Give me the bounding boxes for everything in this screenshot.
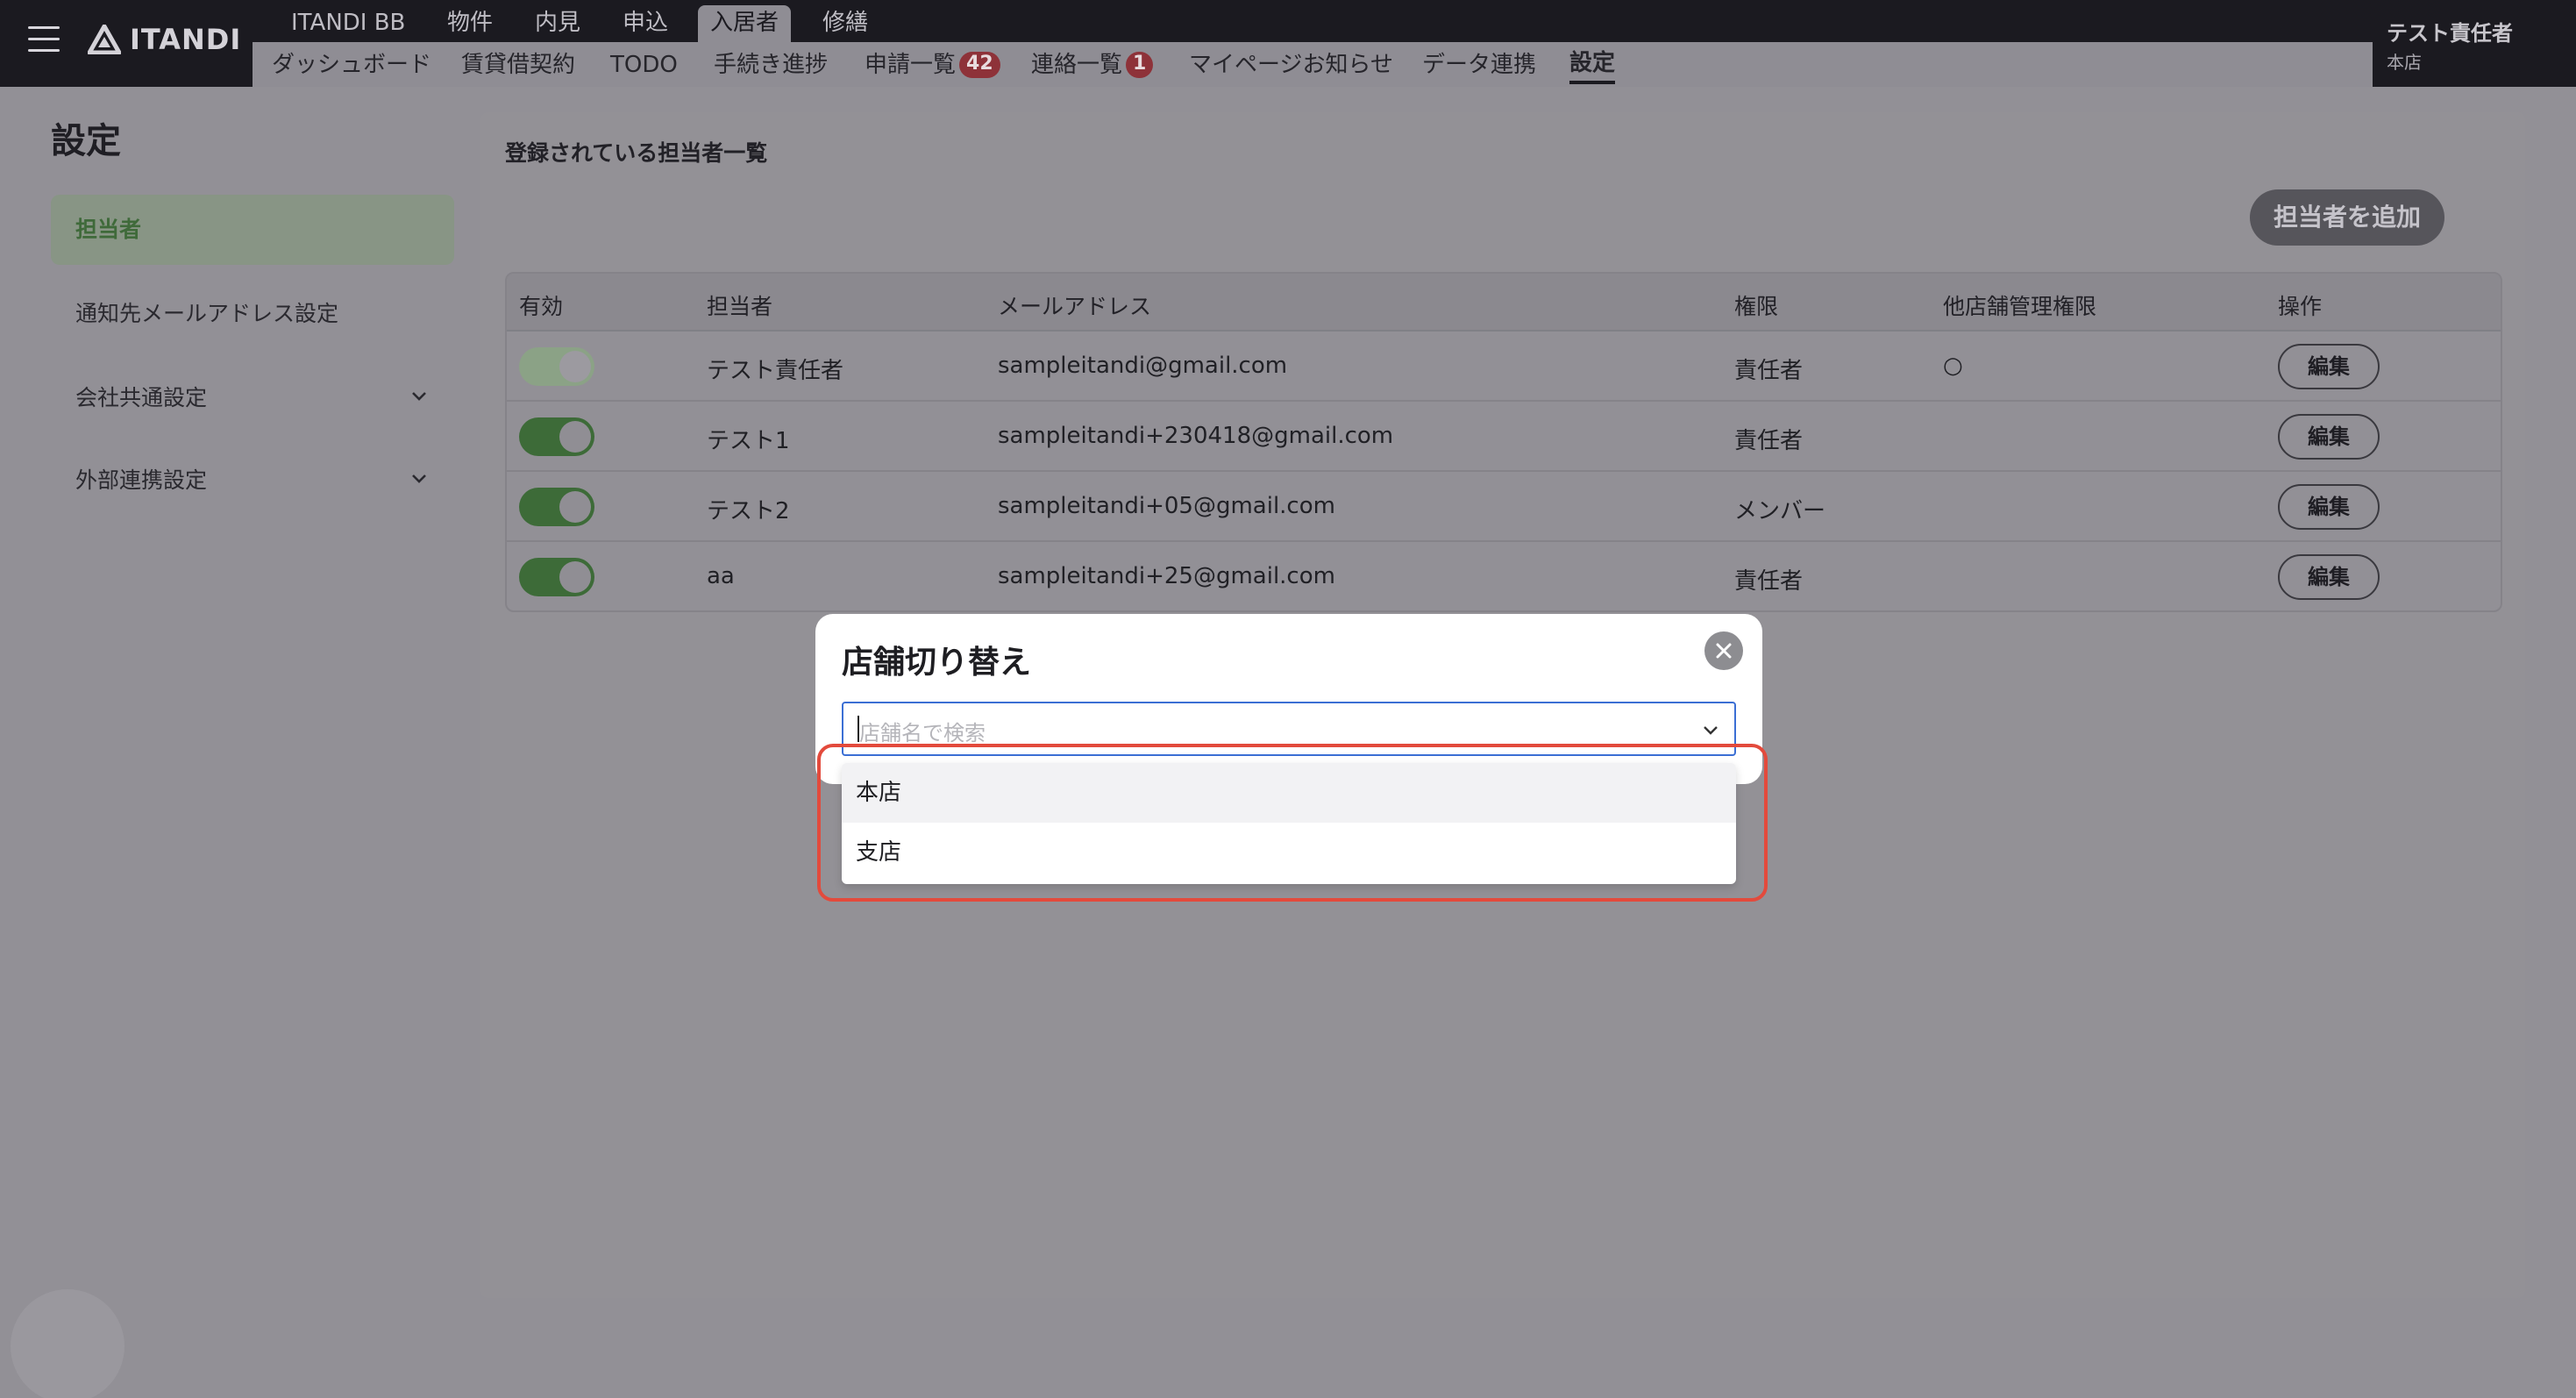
enabled-toggle[interactable] [519,417,594,456]
table-row: テスト1 sampleitandi+230418@gmail.com 責任者 編… [507,402,2501,472]
page-title: 設定 [51,121,121,161]
staff-role: メンバー [1734,498,1826,524]
sub-tab-data-link[interactable]: データ連携 [1422,46,1536,84]
staff-name: テスト責任者 [707,358,844,384]
staff-email: sampleitandi+230418@gmail.com [998,423,1394,449]
column-header-email: メールアドレス [998,294,1152,319]
column-header-role: 権限 [1734,294,1779,319]
contacts-count-badge: 1 [1126,52,1154,78]
requests-count-badge: 42 [959,52,1000,78]
sub-tab-settings[interactable]: 設定 [1569,46,1616,84]
table-row: テスト責任者 sampleitandi@gmail.com 責任者 ○ 編集 [507,332,2501,402]
edit-button[interactable]: 編集 [2278,484,2380,530]
chevron-down-icon [412,474,426,483]
table-row: テスト2 sampleitandi+05@gmail.com メンバー 編集 [507,472,2501,542]
main-tab-viewing[interactable]: 内見 [523,5,593,42]
modal-title: 店舗切り替え [842,645,1032,681]
staff-name: テスト2 [707,498,790,524]
edit-button[interactable]: 編集 [2278,414,2380,460]
user-name: テスト責任者 [2387,21,2513,46]
sidebar-item-notification-email[interactable]: 通知先メールアドレス設定 [51,279,454,349]
table-row: aa sampleitandi+25@gmail.com 責任者 編集 [507,542,2501,610]
column-header-other-store: 他店舗管理権限 [1943,294,2097,319]
enabled-toggle [519,347,594,386]
sub-tab-progress[interactable]: 手続き進捗 [714,46,828,84]
floating-button[interactable] [11,1289,125,1398]
sub-tab-requests[interactable]: 申請一覧 42 [865,46,1000,84]
sub-tab-lease-contract[interactable]: 賃貸借契約 [461,46,575,84]
highlight-annotation [817,744,1768,902]
staff-name: テスト1 [707,428,790,454]
section-title: 登録されている担当者一覧 [505,140,768,166]
sub-tab-dashboard[interactable]: ダッシュボード [272,46,431,84]
enabled-toggle[interactable] [519,488,594,526]
edit-button[interactable]: 編集 [2278,554,2380,600]
close-icon [1716,643,1732,659]
column-header-enabled: 有効 [519,294,564,319]
staff-email: sampleitandi+05@gmail.com [998,493,1335,519]
main-tab-tenant[interactable]: 入居者 [698,5,792,42]
sidebar-item-company-settings[interactable]: 会社共通設定 [51,363,454,433]
enabled-toggle[interactable] [519,558,594,596]
itandi-logo-icon [88,25,121,54]
table-header: 有効 担当者 メールアドレス 権限 他店舗管理権限 操作 [507,274,2501,332]
staff-name: aa [707,563,735,589]
user-menu[interactable]: テスト責任者 本店 [2373,0,2576,87]
user-store: 本店 [2387,52,2422,73]
menu-icon[interactable] [28,26,60,54]
column-header-actions: 操作 [2278,294,2323,319]
staff-email: sampleitandi@gmail.com [998,353,1288,379]
main-tab-application[interactable]: 申込 [610,5,680,42]
column-header-staff: 担当者 [707,294,773,319]
staff-table: 有効 担当者 メールアドレス 権限 他店舗管理権限 操作 テスト責任者 samp… [505,272,2502,612]
store-search-input[interactable]: 店舗名で検索 [859,716,986,746]
chevron-down-icon[interactable] [1701,721,1720,740]
nav-area: ITANDI BB 物件 内見 申込 入居者 修繕 ダッシュボード 賃貸借契約 … [253,0,2373,87]
sidebar-item-staff[interactable]: 担当者 [51,195,454,265]
edit-button[interactable]: 編集 [2278,344,2380,389]
sub-tab-todo[interactable]: TODO [610,46,678,84]
sub-tab-contacts[interactable]: 連絡一覧 1 [1031,46,1154,84]
chevron-down-icon [412,392,426,401]
sidebar-item-external-link[interactable]: 外部連携設定 [51,446,454,516]
staff-email: sampleitandi+25@gmail.com [998,563,1335,589]
add-staff-button[interactable]: 担当者を追加 [2250,189,2444,246]
staff-role: 責任者 [1734,428,1804,454]
sub-tab-mypage-notice[interactable]: マイページお知らせ [1189,46,1393,84]
main-tab-repair[interactable]: 修繕 [810,5,880,42]
logo[interactable]: ITANDI [88,23,241,56]
main-tab-itandi-bb[interactable]: ITANDI BB [279,5,417,42]
staff-role: 責任者 [1734,568,1804,595]
logo-text: ITANDI [130,23,242,56]
close-button[interactable] [1704,631,1743,670]
main-tab-property[interactable]: 物件 [435,5,505,42]
staff-role: 責任者 [1734,358,1804,384]
other-store-permission: ○ [1943,353,1963,379]
